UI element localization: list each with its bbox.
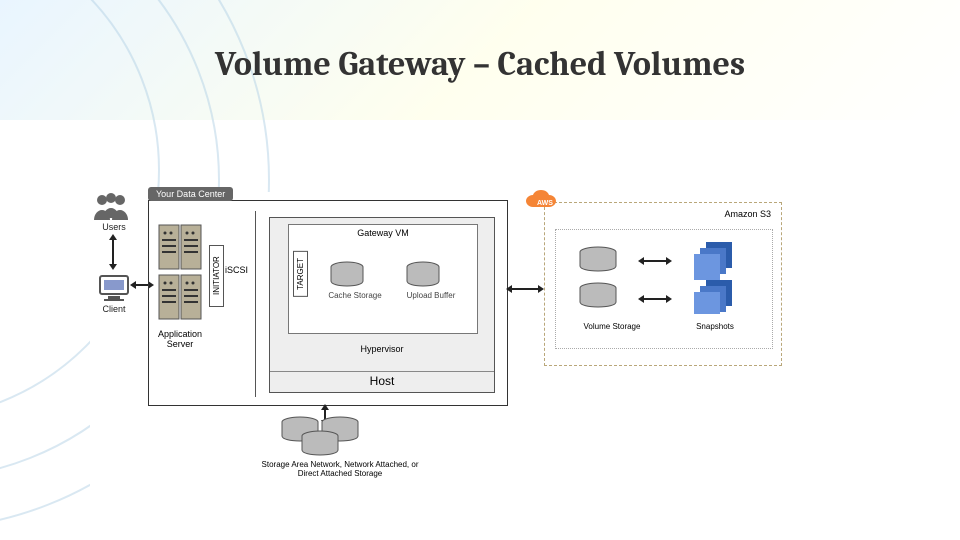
cache-storage-label: Cache Storage — [325, 291, 385, 300]
client-label: Client — [90, 304, 138, 314]
server-stack-icon — [155, 223, 205, 323]
svg-text:AWS: AWS — [537, 200, 553, 207]
app-server-icon — [155, 223, 205, 323]
iscsi-label: iSCSI — [225, 265, 248, 275]
upload-buffer-block: Upload Buffer — [401, 261, 461, 300]
hypervisor-label: Hypervisor — [270, 344, 494, 354]
users-block: Users — [90, 192, 138, 232]
host-box: Gateway VM TARGET Cache Storage Upload B… — [269, 217, 495, 393]
cache-storage-icon — [325, 261, 369, 291]
gateway-vm-box: Gateway VM TARGET Cache Storage Upload B… — [288, 224, 478, 334]
volume-storage-label: Volume Storage — [572, 322, 652, 331]
aws-logo-icon: AWS — [525, 189, 565, 215]
volume-snapshot-connector — [642, 298, 668, 300]
upload-buffer-icon — [401, 261, 445, 291]
users-icon — [90, 192, 138, 222]
initiator-label: INITIATOR — [209, 245, 224, 307]
app-server-label: Application Server — [149, 329, 211, 349]
users-client-connector — [112, 238, 114, 266]
gateway-vm-label: Gateway VM — [289, 228, 477, 238]
volume-storage-icon — [572, 244, 648, 314]
s3-inner-box: Volume Storage Snapshots — [555, 229, 773, 349]
amazon-s3-label: Amazon S3 — [724, 209, 771, 219]
snapshots-block — [676, 240, 752, 314]
snapshots-label: Snapshots — [682, 322, 748, 331]
san-block: Storage Area Network, Network Attached, … — [260, 414, 420, 478]
san-label: Storage Area Network, Network Attached, … — [260, 460, 420, 478]
client-block: Client — [90, 272, 138, 314]
target-label: TARGET — [293, 251, 308, 297]
volume-snapshot-connector — [642, 260, 668, 262]
volume-storage-block — [572, 244, 648, 314]
host-divider — [255, 211, 256, 397]
snapshots-icon — [676, 240, 752, 314]
host-label: Host — [270, 371, 494, 388]
data-center-box: Your Data Center — [148, 200, 508, 406]
dc-aws-connector — [510, 288, 540, 290]
upload-buffer-label: Upload Buffer — [401, 291, 461, 300]
data-center-label: Your Data Center — [148, 187, 233, 201]
aws-cloud-box: AWS Amazon S3 Volume Storage — [544, 202, 782, 366]
architecture-diagram: Users Client Your Data Center — [90, 192, 790, 492]
page-title: Volume Gateway – Cached Volumes — [0, 44, 960, 84]
cache-storage-block: Cache Storage — [325, 261, 385, 300]
san-icon — [260, 414, 380, 458]
users-label: Users — [90, 222, 138, 232]
